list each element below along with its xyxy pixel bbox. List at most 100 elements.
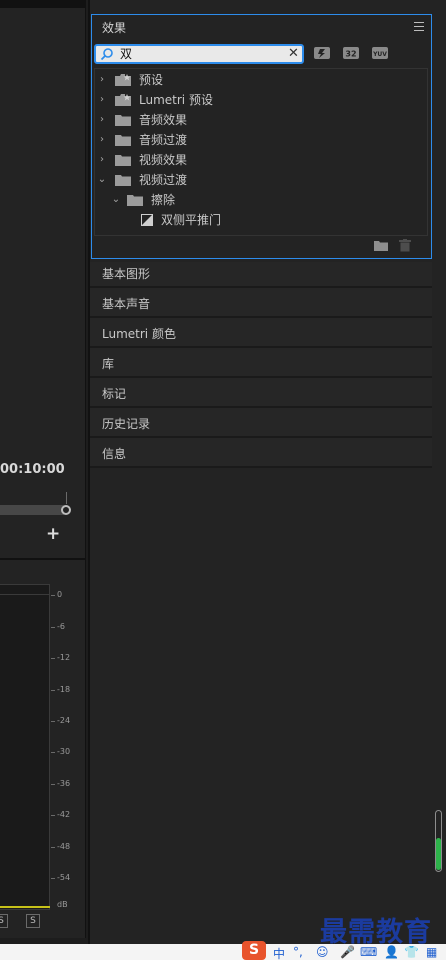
trash-icon[interactable] xyxy=(399,239,411,252)
folder-icon xyxy=(127,195,143,206)
scrub-tick xyxy=(66,492,67,504)
panel-menu-icon[interactable] xyxy=(414,22,424,32)
folder-icon xyxy=(115,155,131,166)
solo-left-button[interactable]: S xyxy=(0,914,8,928)
yuv-effects-icon[interactable]: YUV xyxy=(371,45,389,61)
transition-icon xyxy=(141,214,153,226)
add-button[interactable]: + xyxy=(46,526,60,543)
tree-item-label: 视频过渡 xyxy=(139,173,188,187)
search-value: 双 xyxy=(120,47,133,61)
tree-item-double-side-door[interactable]: 双侧平推门 xyxy=(95,210,427,230)
effects-panel: 效果 双 ✕ 32 YUV › 预设 › Lumetri 预设 › 音频效果 ›… xyxy=(91,14,432,259)
db-tick xyxy=(51,595,55,596)
panel-lumetri-color[interactable]: Lumetri 颜色 xyxy=(90,318,432,348)
db-tick xyxy=(51,658,55,659)
panel-essential-sound[interactable]: 基本声音 xyxy=(90,288,432,318)
panel-essential-graphics[interactable]: 基本图形 xyxy=(90,258,432,288)
db-label: -12 xyxy=(57,653,71,662)
panel-label: 库 xyxy=(102,357,115,371)
emoji-icon[interactable]: ☺ xyxy=(316,945,329,960)
preset-folder-icon xyxy=(115,94,131,106)
db-label: -42 xyxy=(57,810,71,819)
tree-item-label: 双侧平推门 xyxy=(161,213,222,227)
keyboard-icon[interactable]: ⌨ xyxy=(360,945,377,960)
db-scale: 0 -6 -12 -18 -24 -30 -36 -42 -48 -54 dB xyxy=(51,584,87,914)
effects-panel-title[interactable]: 效果 xyxy=(102,19,126,36)
db-label: -36 xyxy=(57,779,71,788)
effects-search-input[interactable]: 双 ✕ xyxy=(94,44,304,64)
chevron-right-icon[interactable]: › xyxy=(97,130,107,150)
tree-item-audio-transitions[interactable]: › 音频过渡 xyxy=(95,130,427,150)
tree-item-label: Lumetri 预设 xyxy=(139,93,213,107)
db-tick xyxy=(51,627,55,628)
timeline-scrub-track[interactable] xyxy=(0,505,64,515)
accelerated-effects-icon[interactable] xyxy=(313,45,331,61)
panel-libraries[interactable]: 库 xyxy=(90,348,432,378)
panel-label: 历史记录 xyxy=(102,417,151,431)
chevron-right-icon[interactable]: › xyxy=(97,90,107,110)
db-label: -48 xyxy=(57,842,71,851)
db-label: -6 xyxy=(57,622,65,631)
32bit-effects-icon[interactable]: 32 xyxy=(342,45,360,61)
panel-label: 基本声音 xyxy=(102,297,151,311)
tree-item-label: 预设 xyxy=(139,73,164,87)
tree-item-video-effects[interactable]: › 视频效果 xyxy=(95,150,427,170)
tree-item-audio-effects[interactable]: › 音频效果 xyxy=(95,110,427,130)
ime-logo-icon[interactable]: S xyxy=(242,941,266,960)
db-label: -24 xyxy=(57,716,71,725)
tree-item-lumetri-presets[interactable]: › Lumetri 预设 xyxy=(95,90,427,110)
db-label: -18 xyxy=(57,685,71,694)
db-tick xyxy=(51,721,55,722)
svg-text:YUV: YUV xyxy=(372,51,387,58)
tree-item-presets[interactable]: › 预设 xyxy=(95,70,427,90)
panel-label: 标记 xyxy=(102,387,127,401)
db-tick xyxy=(51,815,55,816)
panel-label: 基本图形 xyxy=(102,267,151,281)
panel-info[interactable]: 信息 xyxy=(90,438,432,468)
db-label: -30 xyxy=(57,747,71,756)
timecode-display: 00:10:00 xyxy=(0,462,65,477)
chevron-down-icon[interactable]: ⌄ xyxy=(111,190,121,210)
solo-right-button[interactable]: S xyxy=(26,914,40,928)
ime-toolbar xyxy=(0,944,446,960)
microphone-icon[interactable]: 🎤 xyxy=(340,945,355,960)
db-unit-label: dB xyxy=(57,900,68,909)
chevron-down-icon[interactable]: ⌄ xyxy=(97,170,107,190)
search-icon xyxy=(100,48,113,61)
grid-icon[interactable]: ▦ xyxy=(426,945,437,960)
meter-level-bar xyxy=(0,906,50,908)
db-tick xyxy=(51,847,55,848)
panel-history[interactable]: 历史记录 xyxy=(90,408,432,438)
audio-meter xyxy=(0,584,50,910)
chevron-right-icon[interactable]: › xyxy=(97,150,107,170)
tree-item-label: 音频效果 xyxy=(139,113,188,127)
ime-punct-toggle[interactable]: °, xyxy=(293,945,303,960)
skin-icon[interactable]: 👕 xyxy=(404,945,419,960)
panel-label: 信息 xyxy=(102,447,127,461)
db-tick xyxy=(51,784,55,785)
panel-markers[interactable]: 标记 xyxy=(90,378,432,408)
effects-tree: › 预设 › Lumetri 预设 › 音频效果 › 音频过渡 › 视频效果 ⌄… xyxy=(94,68,428,236)
tree-item-label: 音频过渡 xyxy=(139,133,188,147)
left-top-bar xyxy=(0,0,86,8)
new-bin-icon[interactable] xyxy=(374,240,388,251)
svg-text:32: 32 xyxy=(345,50,356,59)
db-label: -54 xyxy=(57,873,71,882)
db-tick xyxy=(51,878,55,879)
db-label: 0 xyxy=(57,590,63,599)
folder-icon xyxy=(115,115,131,126)
ime-lang-toggle[interactable]: 中 xyxy=(273,945,285,960)
playhead-handle[interactable] xyxy=(61,505,71,515)
tree-item-label: 擦除 xyxy=(151,193,176,207)
db-tick xyxy=(51,690,55,691)
folder-icon xyxy=(115,135,131,146)
clear-search-icon[interactable]: ✕ xyxy=(288,46,299,62)
chevron-right-icon[interactable]: › xyxy=(97,110,107,130)
tree-item-video-transitions[interactable]: ⌄ 视频过渡 xyxy=(95,170,427,190)
tree-item-wipe[interactable]: ⌄ 擦除 xyxy=(95,190,427,210)
tree-item-label: 视频效果 xyxy=(139,153,188,167)
panel-label: Lumetri 颜色 xyxy=(102,327,176,341)
user-icon[interactable]: 👤 xyxy=(384,945,399,960)
chevron-right-icon[interactable]: › xyxy=(97,70,107,90)
scrollbar-thumb[interactable] xyxy=(436,838,441,870)
